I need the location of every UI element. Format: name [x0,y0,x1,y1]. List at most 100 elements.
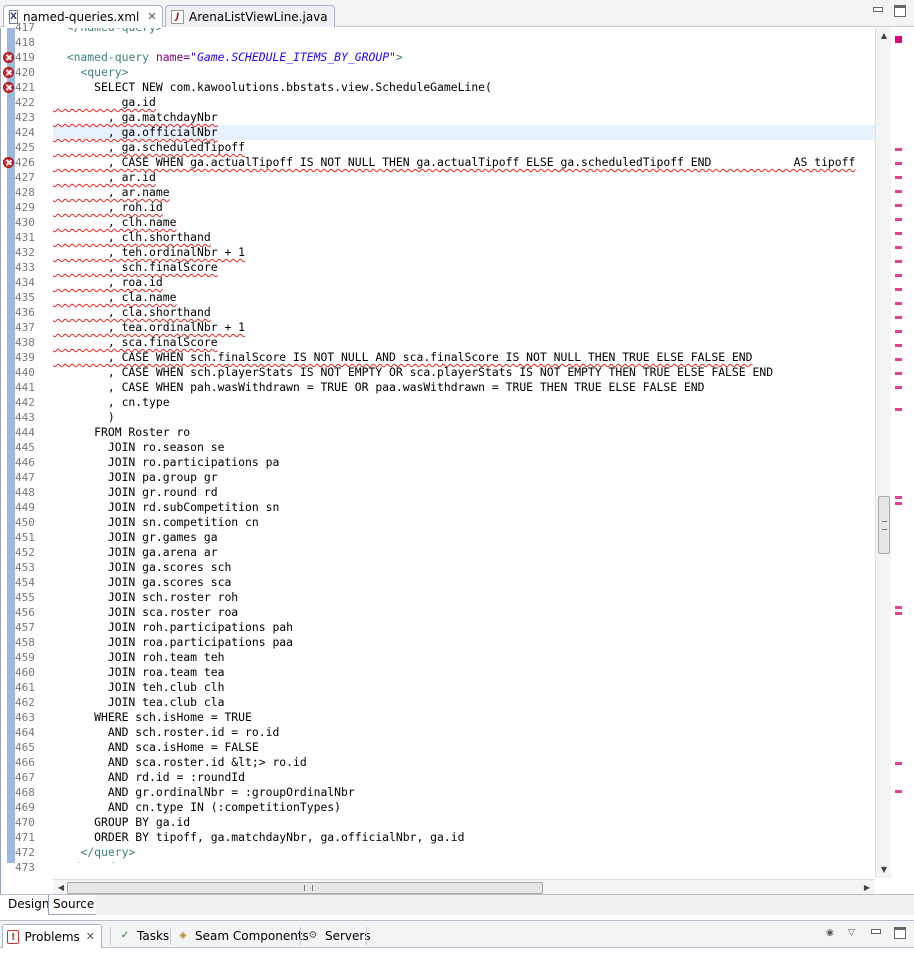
overview-error-marker[interactable] [895,190,902,193]
code-line: AND cn.type IN (:competitionTypes) [53,800,341,815]
overview-error-marker[interactable] [895,408,902,411]
overview-error-marker[interactable] [895,316,902,319]
error-icon[interactable] [3,67,14,78]
code-text: ga.id [53,95,156,109]
overview-error-marker[interactable] [895,148,902,151]
code-text: JOIN ro.season se [53,440,225,454]
overview-error-marker[interactable] [895,372,902,375]
overview-error-marker[interactable] [895,302,902,305]
code-line: JOIN ro.participations pa [53,455,279,470]
minimize-icon[interactable] [872,5,884,17]
line-number: 439 [15,351,35,364]
line-number: 425 [15,141,35,154]
code-text: JOIN gr.games ga [53,530,218,544]
horizontal-scroll-thumb[interactable] [67,882,543,894]
overview-error-marker[interactable] [895,330,902,333]
code-line: , CASE WHEN sch.finalScore IS NOT NULL A… [53,350,753,365]
code-line: ) [53,410,115,425]
code-text: JOIN roh.team teh [53,650,225,664]
seam-components-icon: ◈ [179,930,187,941]
scroll-down-arrow-icon[interactable]: ▼ [876,862,892,878]
line-number-gutter: 417 418 419 420 421 422 423 424 425 426 427 428 429 4… [3,21,53,874]
tab-servers[interactable]: ⚙ Servers [302,924,371,948]
code-line: ORDER BY tipoff, ga.matchdayNbr, ga.offi… [53,830,464,845]
overview-error-marker[interactable] [895,162,902,165]
overview-error-marker[interactable] [895,606,902,609]
error-icon[interactable] [3,157,14,168]
view-menu-icon[interactable]: ◉ [826,928,836,938]
error-icon[interactable] [3,52,14,63]
tab-design[interactable]: Design [4,895,55,915]
code-text: FROM Roster ro [53,425,191,439]
line-number: 419 [15,51,35,64]
overview-error-marker[interactable] [895,246,902,249]
overview-ruler[interactable] [891,28,905,878]
overview-error-marker[interactable] [895,260,902,263]
overview-error-marker[interactable] [895,612,902,615]
code-line: JOIN ro.season se [53,440,225,455]
code-text-area[interactable]: </named-query> <named-query name="Game.S… [53,28,875,863]
line-number: 451 [15,531,35,544]
vertical-scroll-thumb[interactable] [878,496,890,554]
overview-error-marker[interactable] [895,232,902,235]
code-text: , ga.officialNbr [53,125,218,139]
minimize-icon[interactable] [870,927,882,939]
overview-error-marker[interactable] [895,358,902,361]
error-summary-icon[interactable] [895,36,902,43]
code-text: , clh.shorthand [53,230,211,244]
code-line: JOIN roh.participations pah [53,620,293,635]
code-line: JOIN ga.arena ar [53,545,218,560]
tab-separator [300,927,301,945]
code-line: AND sch.roster.id = ro.id [53,725,279,740]
code-text: AND cn.type IN (:competitionTypes) [53,800,342,814]
tab-problems[interactable]: ! Problems ✕ [2,924,102,948]
xml-tag: <query> [80,65,129,79]
overview-error-marker[interactable] [895,502,902,505]
tab-seam-components[interactable]: ◈ Seam Components [172,924,309,948]
overview-error-marker[interactable] [895,790,902,793]
xml-source-editor[interactable]: 417 418 419 420 421 422 423 424 425 426 427 428 429 4… [0,21,914,895]
code-text: , sch.finalScore [53,260,218,274]
close-icon[interactable]: ✕ [147,10,156,23]
overview-error-marker[interactable] [895,218,902,221]
code-text: JOIN ga.scores sch [53,560,232,574]
code-line: ga.id [53,95,156,110]
tab-arena-list-view-line-java[interactable]: J ArenaListViewLine.java [165,5,335,27]
code-line: , cla.shorthand [53,305,211,320]
vertical-scrollbar[interactable]: ▲ ▼ [875,28,891,878]
line-number: 449 [15,501,35,514]
overview-error-marker[interactable] [895,274,902,277]
line-number: 471 [15,831,35,844]
tab-tasks[interactable]: ✓ Tasks [114,924,169,948]
horizontal-scrollbar[interactable]: ◀ ▶ [53,879,875,895]
code-text: AND sca.roster.id &lt;> ro.id [53,755,307,769]
line-number: 465 [15,741,35,754]
code-text: ORDER BY tipoff, ga.matchdayNbr, ga.offi… [53,830,465,844]
tab-source[interactable]: Source [48,895,100,915]
line-number: 438 [15,336,35,349]
code-line: , cla.name [53,290,177,305]
maximize-icon[interactable] [894,927,906,939]
overview-error-marker[interactable] [895,386,902,389]
chevron-down-icon[interactable]: ▽ [848,928,858,938]
overview-error-marker[interactable] [895,762,902,765]
error-icon[interactable] [3,82,14,93]
overview-error-marker[interactable] [895,204,902,207]
overview-error-marker[interactable] [895,496,902,499]
code-line: SELECT NEW com.kawoolutions.bbstats.view… [53,80,492,95]
maximize-icon[interactable] [894,5,906,17]
line-number: 458 [15,636,35,649]
overview-error-marker[interactable] [895,288,902,291]
scroll-up-arrow-icon[interactable]: ▲ [876,28,892,44]
close-icon[interactable]: ✕ [86,930,95,943]
code-line: , roa.id [53,275,163,290]
code-text: JOIN ga.scores sca [53,575,232,589]
code-text: AND sch.roster.id = ro.id [53,725,280,739]
code-text: WHERE sch.isHome = TRUE [53,710,252,724]
overview-error-marker[interactable] [895,344,902,347]
tasks-icon: ✓ [120,930,130,941]
overview-error-marker[interactable] [895,176,902,179]
code-line: JOIN gr.round rd [53,485,218,500]
